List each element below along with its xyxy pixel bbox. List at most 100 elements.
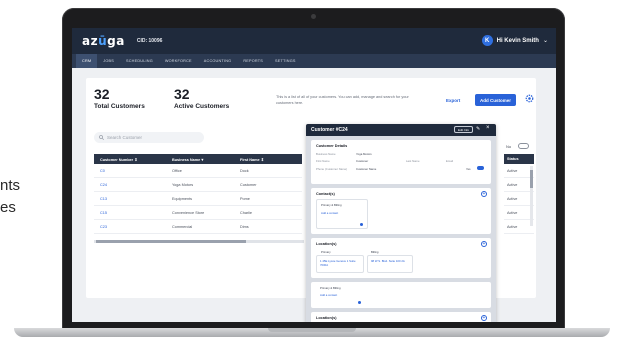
company-id: CID: 10096 [136,38,163,44]
pencil-icon[interactable]: ✎ [476,126,480,132]
phone-icon [360,223,363,226]
scrollbar-thumb[interactable] [96,240,246,243]
customer-detail-panel: Customer #C24 Edit Info ✎ × Customer Det… [306,124,496,322]
table-row[interactable]: C15 Convenience Store Charlie [94,206,302,220]
nav-item-scheduling[interactable]: SCHEDULING [120,54,159,68]
edit-info-button[interactable]: Edit Info [454,126,474,133]
cell-business-name: Equipments [172,196,193,201]
chevron-down-icon: ⌄ [542,38,548,44]
vertical-scrollbar[interactable] [530,166,533,226]
header-first-name[interactable]: First Name ⇕ [234,157,302,162]
cell-first-name: Pome [240,196,250,201]
customer-details-section: Customer Details Business Name Yoga Moto… [311,140,491,184]
cell-first-name: Charlie [240,210,253,215]
app-header: azūga CID: 10096 K Hi Kevin Smith ⌄ [72,28,556,54]
header-status[interactable]: Status [504,154,534,164]
user-menu[interactable]: K Hi Kevin Smith ⌄ [481,35,548,46]
section-title: Customer Details [316,144,348,148]
marketing-stage: nts es azūga CID: 10096 K Hi Kevin Smith… [0,0,624,343]
cell-first-name: Dock [240,168,249,173]
clipped-side-text-1: nts [0,177,21,194]
export-button[interactable]: Export [446,98,460,103]
table-row[interactable]: C23 Commercial Dims [94,220,302,234]
add-customer-button[interactable]: Add Customer [475,94,517,106]
nav-item-crm[interactable]: CRM [76,54,98,68]
field-value: Yoga Motors [356,152,372,156]
section-title: Contact(s) [316,192,335,196]
table-row[interactable]: C0 Office Dock [94,164,302,178]
toggle-text: Yes [466,167,471,171]
nav-item-workforce[interactable]: WORKFORCE [159,54,198,68]
nav-item-reports[interactable]: REPORTS [237,54,269,68]
field-value: Customer Name [356,167,377,171]
header-customer-number[interactable]: Customer Number ⇕ [94,157,166,162]
cell-business-name: Yoga Motors [172,182,194,187]
field-label: Business Name [316,152,336,156]
camera-dot [311,14,316,19]
location-primary-label: Primary [321,250,331,254]
field-label: Email [446,159,453,163]
close-icon[interactable]: × [486,125,490,131]
page-description: This is a list of all of your customers.… [276,95,409,105]
locations-section-secondary: Location(s) + [311,312,491,322]
stat-total-value: 32 [94,86,110,102]
search-icon [99,135,104,140]
user-avatar: K [481,35,493,46]
add-contact-icon[interactable]: + [481,191,487,197]
phone-icon [358,301,361,304]
table-row[interactable]: C24 Yoga Motors Customer [94,178,302,192]
search-input[interactable]: Search Customer [94,132,204,143]
locations-section: Location(s) + Primary Billing 1 45E Lycé… [311,238,491,278]
location-address: 98 W S. Blvd. Suite 100 2A [371,259,405,263]
cell-first-name: Customer [240,182,257,187]
toggle-switch[interactable] [518,143,529,149]
location-card[interactable]: 98 W S. Blvd. Suite 100 2A [367,255,413,273]
cell-customer-number[interactable]: C23 [94,225,166,229]
location-billing-label: Billing [371,250,379,254]
app-screen: azūga CID: 10096 K Hi Kevin Smith ⌄ CRM … [72,28,556,322]
section-title: Location(s) [316,242,337,246]
main-nav: CRM JOBS SCHEDULING WORKFORCE ACCOUNTING… [72,54,556,68]
nav-item-settings[interactable]: SETTINGS [269,54,302,68]
search-placeholder: Search Customer [107,135,143,140]
section-title: Location(s) [316,316,337,320]
user-greeting: Hi Kevin Smith [496,37,539,44]
cell-customer-number[interactable]: C13 [94,197,166,201]
panel-title: Customer #C24 [311,127,348,133]
cell-customer-number[interactable]: C24 [94,183,166,187]
field-value: Customer [356,159,369,163]
nav-item-jobs[interactable]: JOBS [97,54,120,68]
header-business-name[interactable]: Business Name ▾ [166,157,234,162]
stat-active-customers: 32 Active Customers [174,86,229,110]
field-label: Last Name [406,159,420,163]
app-logo[interactable]: azūga [82,34,125,48]
cell-business-name: Office [172,168,182,173]
contact-card-link[interactable]: Add a contact [320,293,337,297]
gear-icon[interactable] [525,94,534,103]
toggle-switch[interactable] [477,166,484,170]
toggle-label: No [506,144,512,149]
clipped-side-text-2: es [0,199,16,216]
field-label: First Name [316,159,330,163]
table-header: Customer Number ⇕ Business Name ▾ First … [94,154,302,164]
add-location-icon[interactable]: + [481,315,487,321]
laptop-base-notch [268,328,356,332]
contact-card-link[interactable]: Add a contact [321,211,338,215]
cell-first-name: Dims [240,224,249,229]
cell-customer-number[interactable]: C0 [94,169,166,173]
contacts-section: Contact(s) + Primary & Billing Add a con… [311,188,491,234]
contact-card-title: Primary & Billing [321,203,342,207]
stat-active-value: 32 [174,86,190,102]
stat-total-customers: 32 Total Customers [94,86,145,110]
contact-card[interactable]: Primary & Billing Add a contact [316,199,368,229]
location-address: 1 45E Lycée Genève 1 Suite 7000A [320,259,356,267]
cell-customer-number[interactable]: C15 [94,211,166,215]
location-card[interactable]: 1 45E Lycée Genève 1 Suite 7000A [316,255,364,273]
add-location-icon[interactable]: + [481,241,487,247]
table-row[interactable]: C13 Equipments Pome [94,192,302,206]
stat-total-label: Total Customers [94,103,145,110]
nav-item-accounting[interactable]: ACCOUNTING [198,54,238,68]
customers-table: Customer Number ⇕ Business Name ▾ First … [94,154,302,234]
scrollbar-thumb[interactable] [530,170,533,188]
horizontal-scrollbar[interactable] [94,240,304,243]
